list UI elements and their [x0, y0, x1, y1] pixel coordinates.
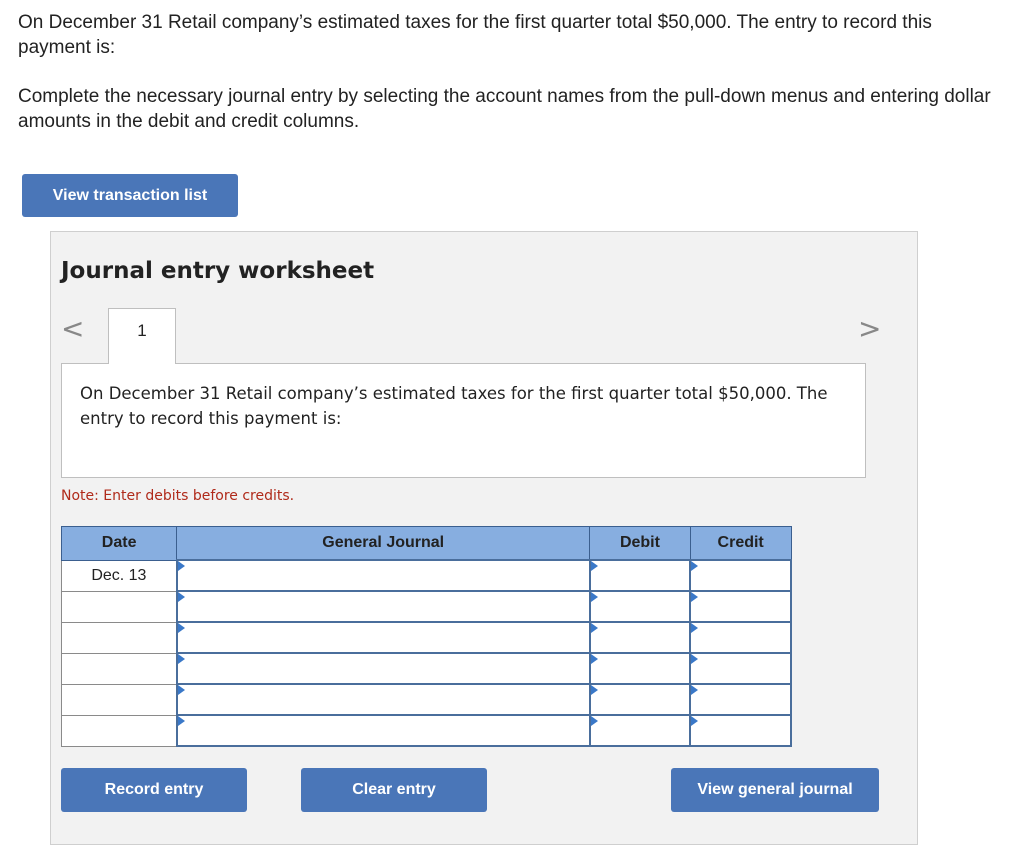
debit-input[interactable] — [588, 714, 692, 747]
date-cell — [60, 652, 178, 685]
account-select[interactable] — [175, 559, 591, 592]
journal-header-row: Date General Journal Debit Credit — [60, 526, 792, 561]
table-row — [60, 683, 792, 716]
credit-input[interactable] — [689, 652, 792, 685]
account-select[interactable] — [175, 714, 591, 747]
credit-input[interactable] — [689, 714, 792, 747]
clear-entry-button[interactable]: Clear entry — [301, 768, 487, 812]
credit-input[interactable] — [689, 590, 792, 623]
table-row — [60, 652, 792, 685]
question-text: On December 31 Retail company’s estimate… — [18, 12, 932, 58]
date-cell — [60, 714, 178, 747]
account-select[interactable] — [175, 652, 591, 685]
date-cell: Dec. 13 — [60, 559, 178, 592]
debit-input[interactable] — [588, 559, 692, 592]
account-select[interactable] — [175, 590, 591, 623]
date-cell — [60, 590, 178, 623]
record-entry-button[interactable]: Record entry — [61, 768, 247, 812]
chevron-right-icon[interactable]: > — [858, 314, 881, 344]
date-column-header: Date — [60, 526, 178, 561]
account-select[interactable] — [175, 621, 591, 654]
table-row: Dec. 13 — [60, 559, 792, 592]
date-cell — [60, 621, 178, 654]
debit-input[interactable] — [588, 683, 692, 716]
chevron-left-icon[interactable]: < — [61, 314, 84, 344]
credit-input[interactable] — [689, 559, 792, 592]
journal-table: Date General Journal Debit Credit Dec. 1… — [60, 526, 792, 747]
transaction-description: On December 31 Retail company’s estimate… — [61, 363, 866, 478]
debits-credits-note: Note: Enter debits before credits. — [61, 488, 295, 504]
tab-entry-1[interactable]: 1 — [108, 308, 176, 364]
worksheet-title: Journal entry worksheet — [61, 258, 375, 284]
credit-column-header: Credit — [689, 526, 792, 561]
account-select[interactable] — [175, 683, 591, 716]
credit-input[interactable] — [689, 621, 792, 654]
instructions-text: Complete the necessary journal entry by … — [18, 86, 991, 132]
journal-entry-worksheet-panel: Journal entry worksheet < 1 > On Decembe… — [50, 231, 918, 845]
table-row — [60, 590, 792, 623]
table-row — [60, 714, 792, 747]
debit-input[interactable] — [588, 652, 692, 685]
debit-column-header: Debit — [589, 526, 691, 561]
table-row — [60, 621, 792, 654]
view-general-journal-button[interactable]: View general journal — [671, 768, 879, 812]
credit-input[interactable] — [689, 683, 792, 716]
date-cell — [60, 683, 178, 716]
general-journal-column-header: General Journal — [176, 526, 591, 561]
view-transaction-list-button[interactable]: View transaction list — [22, 174, 238, 217]
debit-input[interactable] — [588, 590, 692, 623]
debit-input[interactable] — [588, 621, 692, 654]
